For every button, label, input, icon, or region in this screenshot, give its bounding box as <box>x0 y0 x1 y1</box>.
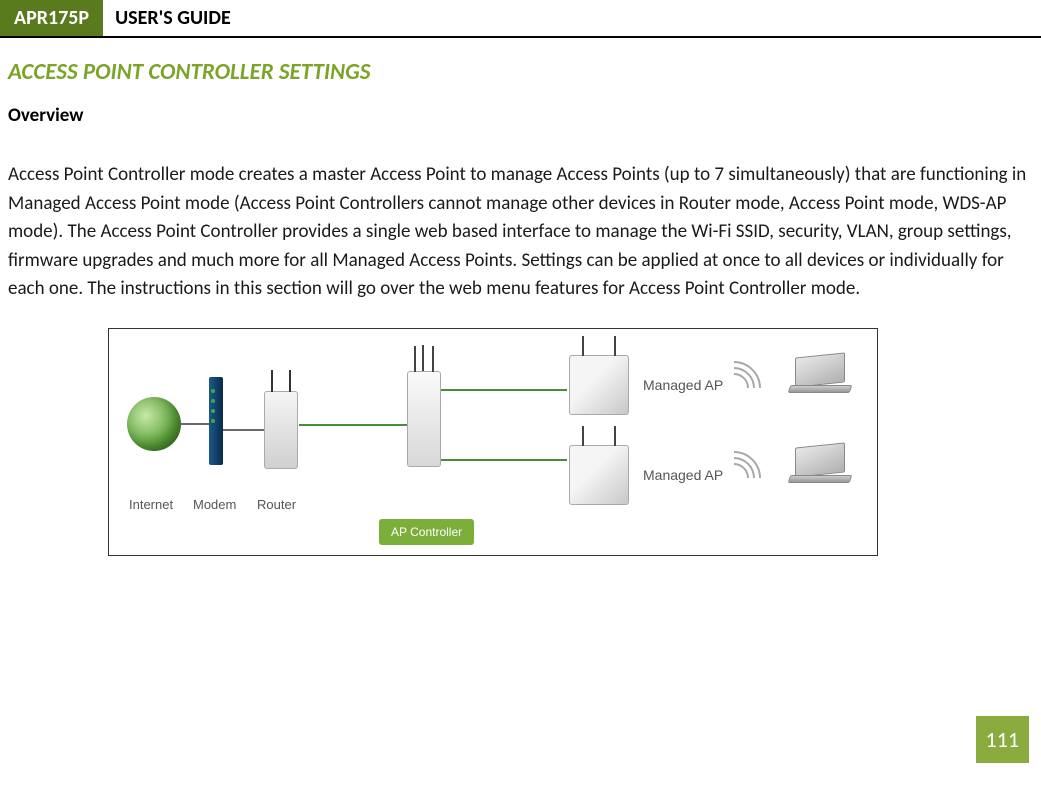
page-content: ACCESS POINT CONTROLLER SETTINGS Overvie… <box>0 38 1041 556</box>
ap-controller-icon <box>407 371 441 467</box>
cable-modem-router <box>223 429 265 431</box>
subheading-overview: Overview <box>8 104 1033 127</box>
document-header: APR175P USER'S GUIDE <box>0 0 1041 38</box>
cable-controller-ap-top <box>441 389 567 391</box>
router-icon <box>264 391 298 469</box>
managed-ap-top-icon <box>569 355 629 415</box>
laptop-bottom-icon <box>789 445 851 483</box>
cable-internet-modem <box>181 423 209 425</box>
document-title: USER'S GUIDE <box>103 0 243 36</box>
wifi-signal-icon <box>696 439 772 515</box>
modem-label: Modem <box>193 497 236 512</box>
laptop-top-icon <box>789 355 851 393</box>
modem-icon <box>209 377 223 465</box>
section-heading: ACCESS POINT CONTROLLER SETTINGS <box>8 58 1033 86</box>
body-paragraph: Access Point Controller mode creates a m… <box>8 161 1033 304</box>
ap-controller-badge: AP Controller <box>379 519 474 545</box>
ap-controller-antenna-icon <box>422 345 424 371</box>
internet-label: Internet <box>129 497 173 512</box>
router-label: Router <box>257 497 296 512</box>
cable-controller-ap-bottom <box>441 459 567 461</box>
model-badge: APR175P <box>0 0 103 36</box>
page-number: 111 <box>976 716 1029 763</box>
managed-ap-bottom-icon <box>569 445 629 505</box>
cable-router-controller <box>299 424 407 426</box>
topology-diagram: Internet Modem Router AP Controller Mana… <box>108 328 878 556</box>
internet-globe-icon <box>127 397 181 451</box>
wifi-signal-icon <box>696 349 772 425</box>
